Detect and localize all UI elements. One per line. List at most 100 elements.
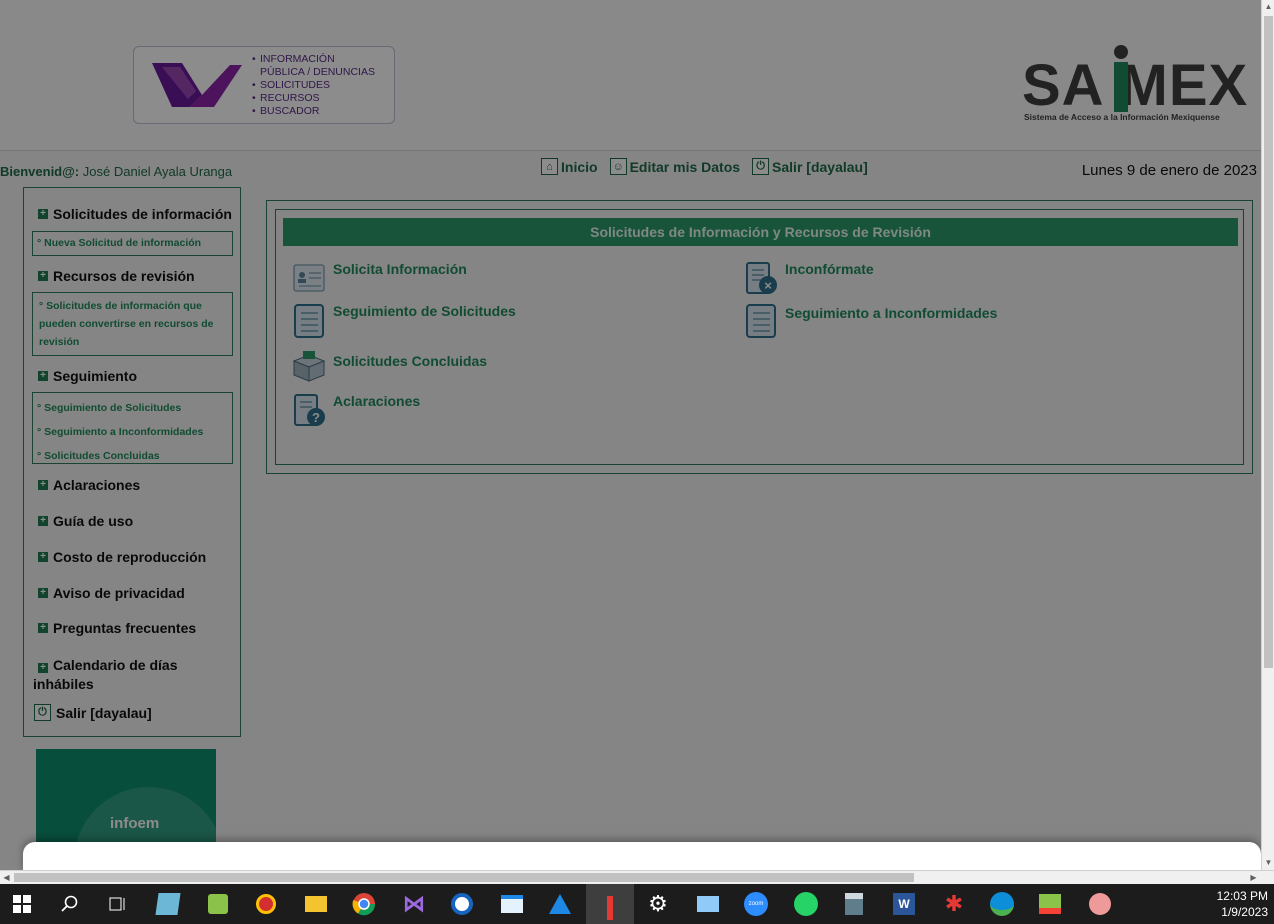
expand-icon: + — [38, 480, 48, 490]
expand-icon: + — [38, 623, 48, 633]
logo-line: PÚBLICA / DENUNCIAS — [260, 66, 375, 78]
expand-icon: + — [38, 209, 48, 219]
user-bar: Bienvenid@: José Daniel Ayala Uranga ⌂ I… — [0, 151, 1261, 187]
zoom-icon[interactable]: zoom — [742, 890, 770, 918]
sidebar-section-solicitudes[interactable]: + Solicitudes de información — [38, 206, 232, 222]
sidebar-section-costo[interactable]: + Costo de reproducción — [38, 549, 206, 565]
windows-start-icon[interactable] — [8, 890, 36, 918]
item-seguimiento-inconformidades[interactable]: Seguimiento a Inconformidades — [743, 303, 997, 339]
scroll-right-arrow-icon[interactable]: ▶ — [1247, 871, 1260, 884]
nav-home-link[interactable]: ⌂ Inicio — [541, 158, 598, 175]
brain-app-icon[interactable] — [1086, 890, 1114, 918]
nav-edit-label: Editar mis Datos — [629, 159, 741, 175]
current-date: Lunes 9 de enero de 2023 — [1081, 162, 1257, 179]
item-solicita-informacion[interactable]: Solicita Información — [291, 261, 467, 297]
task-view-icon[interactable] — [104, 890, 132, 918]
vertical-scrollbar[interactable]: ▲ ▼ — [1261, 0, 1274, 870]
system-clock[interactable]: 12:03 PM 1/9/2023 — [1217, 888, 1268, 920]
form-icon — [291, 261, 327, 297]
whatsapp-icon[interactable] — [792, 890, 820, 918]
logout-icon: ⏻ — [752, 158, 770, 175]
horizontal-scrollbar[interactable]: ◀ ▶ — [0, 870, 1274, 884]
checklist-x-icon: × — [743, 261, 779, 297]
section-label: Solicitudes de información — [53, 206, 232, 222]
sidebar-logout[interactable]: ⏻ Salir [dayalau] — [34, 704, 152, 721]
top-nav: ⌂ Inicio ☺ Editar mis Datos ⏻ Salir [day… — [541, 158, 868, 175]
expand-icon: + — [38, 663, 48, 673]
link-concluidas[interactable]: Solicitudes Concluidas — [33, 444, 232, 468]
sidebar-section-recursos[interactable]: + Recursos de revisión — [38, 268, 195, 284]
sidebar-section-preguntas[interactable]: + Preguntas frecuentes — [38, 620, 196, 636]
vertical-scroll-thumb[interactable] — [1264, 16, 1273, 668]
visual-studio-icon[interactable]: ⋈ — [400, 890, 428, 918]
logout-icon: ⏻ — [34, 704, 51, 721]
item-label: Seguimiento de Solicitudes — [333, 303, 516, 319]
infoem-logo-text: infoem — [110, 815, 160, 832]
file-explorer-icon[interactable] — [302, 890, 330, 918]
nav-logout-link[interactable]: ⏻ Salir [dayalau] — [752, 158, 868, 175]
notes-app-icon[interactable] — [154, 890, 182, 918]
settings-gear-icon[interactable]: ⚙ — [644, 890, 672, 918]
link-nueva-solicitud[interactable]: Nueva Solicitud de información — [33, 232, 232, 254]
sidebar-menu: + Solicitudes de información Nueva Solic… — [23, 187, 241, 737]
main-panel: Solicitudes de Información y Recursos de… — [266, 200, 1253, 474]
logo-menu-list: INFORMACIÓN PÚBLICA / DENUNCIAS SOLICITU… — [252, 53, 375, 118]
nav-home-label: Inicio — [561, 159, 598, 175]
red-app-icon[interactable]: ✱ — [940, 890, 968, 918]
expand-icon: + — [38, 371, 48, 381]
chrome-icon[interactable] — [350, 890, 378, 918]
expand-icon: + — [38, 271, 48, 281]
section-label: Preguntas frecuentes — [53, 620, 197, 636]
window-app-icon[interactable] — [498, 890, 526, 918]
item-label: Solicitudes Concluidas — [333, 353, 488, 369]
active-app-icon[interactable] — [586, 884, 634, 924]
seguimiento-submenu: Seguimiento de Solicitudes Seguimiento a… — [32, 392, 233, 464]
scanner-app-icon[interactable] — [546, 890, 574, 918]
item-inconformate[interactable]: × Inconfórmate — [743, 261, 874, 297]
section-label: Recursos de revisión — [53, 268, 195, 284]
link-seg-inconformidades[interactable]: Seguimiento a Inconformidades — [33, 420, 232, 444]
layers-app-icon[interactable] — [1036, 890, 1064, 918]
edge-icon[interactable] — [988, 890, 1016, 918]
expand-icon: + — [38, 552, 48, 562]
nav-edit-link[interactable]: ☺ Editar mis Datos — [609, 158, 741, 175]
sidebar-section-aviso[interactable]: + Aviso de privacidad — [38, 585, 185, 601]
link-seg-solicitudes[interactable]: Seguimiento de Solicitudes — [33, 396, 232, 420]
welcome-text: Bienvenid@: José Daniel Ayala Uranga — [0, 164, 232, 179]
scroll-left-arrow-icon[interactable]: ◀ — [0, 871, 13, 884]
question-document-icon: ? — [291, 393, 327, 429]
section-label: Salir [dayalau] — [56, 704, 152, 721]
sidebar-section-calendario[interactable]: + Calendario de días inhábiles — [33, 656, 223, 694]
app-circle-icon[interactable] — [448, 890, 476, 918]
cleaner-app-icon[interactable] — [204, 890, 232, 918]
sidebar-section-guia[interactable]: + Guía de uso — [38, 513, 133, 529]
item-label: Inconfórmate — [785, 261, 874, 277]
item-seguimiento-solicitudes[interactable]: Seguimiento de Solicitudes — [291, 303, 516, 339]
sidebar-section-aclaraciones[interactable]: + Aclaraciones — [38, 477, 140, 493]
sidebar-section-seguimiento[interactable]: + Seguimiento — [38, 368, 137, 384]
expand-icon: + — [38, 588, 48, 598]
logo-line: RECURSOS — [252, 92, 375, 105]
solicitudes-submenu: Nueva Solicitud de información — [32, 231, 233, 256]
scroll-up-arrow-icon[interactable]: ▲ — [1262, 0, 1274, 14]
transparency-platform-logo[interactable]: INFORMACIÓN PÚBLICA / DENUNCIAS SOLICITU… — [133, 46, 395, 124]
scroll-down-arrow-icon[interactable]: ▼ — [1262, 856, 1274, 870]
item-aclaraciones[interactable]: ? Aclaraciones — [291, 393, 420, 429]
section-label: Guía de uso — [53, 513, 134, 529]
remote-desktop-icon[interactable] — [694, 890, 722, 918]
box-icon — [291, 347, 327, 383]
saimex-person-icon — [1114, 45, 1128, 112]
bottom-popup-bar[interactable] — [23, 842, 1261, 870]
item-solicitudes-concluidas[interactable]: Solicitudes Concluidas — [291, 347, 487, 383]
calculator-icon[interactable] — [840, 890, 868, 918]
item-label: Aclaraciones — [333, 393, 421, 409]
word-icon[interactable]: W — [890, 890, 918, 918]
section-label: Calendario de días inhábiles — [33, 657, 178, 692]
search-icon[interactable] — [56, 890, 84, 918]
clock-time: 12:03 PM — [1216, 889, 1268, 903]
logo-line: BUSCADOR — [252, 105, 375, 118]
horizontal-scroll-thumb[interactable] — [14, 873, 914, 882]
link-convertibles[interactable]: Solicitudes de información que pueden co… — [35, 297, 230, 351]
rpg-app-icon[interactable] — [252, 890, 280, 918]
svg-text:×: × — [764, 278, 772, 293]
